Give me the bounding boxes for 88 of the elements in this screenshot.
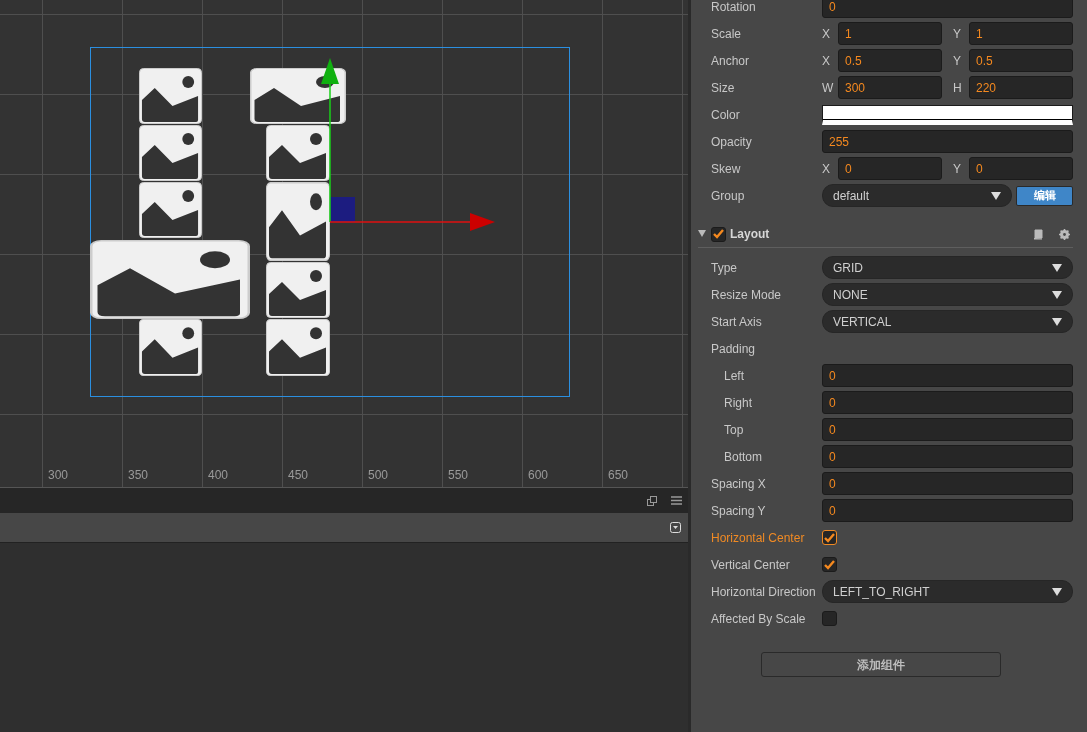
dropdown[interactable]: NONE <box>822 283 1073 306</box>
property-label: Spacing Y <box>710 502 767 520</box>
checkmark-icon <box>824 532 835 543</box>
number-field[interactable]: 0 <box>822 391 1073 414</box>
property-label: Opacity <box>710 133 753 151</box>
dropdown[interactable]: LEFT_TO_RIGHT <box>822 580 1073 603</box>
number-field[interactable]: 0.5 <box>838 49 942 72</box>
number-field[interactable]: 0 <box>822 364 1073 387</box>
axis-label: H <box>953 79 963 97</box>
image-sprite <box>266 262 330 318</box>
dropdown[interactable]: default <box>822 184 1012 207</box>
number-field[interactable]: 300 <box>838 76 942 99</box>
number-field[interactable]: 0 <box>822 472 1073 495</box>
add-component-button[interactable]: 添加组件 <box>760 652 1001 677</box>
property-label: Skew <box>710 160 742 178</box>
property-label: Color <box>710 106 741 124</box>
checkmark-icon <box>713 229 724 239</box>
settings-icon[interactable] <box>1059 228 1070 240</box>
checkbox[interactable] <box>822 530 837 545</box>
axis-label: X <box>822 25 831 43</box>
number-field[interactable]: 255 <box>822 130 1073 153</box>
property-label: Scale <box>710 25 743 43</box>
axis-label: Y <box>953 160 962 178</box>
ruler-label: 600 <box>528 467 550 484</box>
image-sprite <box>266 319 330 376</box>
dropdown[interactable]: VERTICAL <box>822 310 1073 333</box>
number-field[interactable]: 1 <box>969 22 1073 45</box>
edit-button[interactable]: 编辑 <box>1016 185 1073 206</box>
property-label: Padding <box>710 340 757 358</box>
dropdown-icon[interactable] <box>670 522 681 533</box>
property-label: Bottom <box>723 448 763 466</box>
number-field[interactable]: 0 <box>822 499 1073 522</box>
property-label: Spacing X <box>710 475 767 493</box>
image-sprite <box>139 125 202 181</box>
component-title: Layout <box>730 226 771 243</box>
popout-icon[interactable] <box>647 495 657 506</box>
y-axis-arrow[interactable] <box>321 58 339 223</box>
property-label: Left <box>723 367 745 385</box>
number-field[interactable]: 0.5 <box>969 49 1073 72</box>
caret-icon <box>1052 317 1062 326</box>
number-field[interactable]: 220 <box>969 76 1073 99</box>
number-field[interactable]: 0 <box>822 0 1073 18</box>
book-icon[interactable] <box>1033 228 1043 240</box>
caret-icon <box>1052 263 1062 272</box>
property-label: Top <box>723 421 745 439</box>
number-field[interactable]: 0 <box>838 157 942 180</box>
checkbox[interactable] <box>822 611 837 626</box>
checkbox[interactable] <box>822 557 837 572</box>
property-label: Right <box>723 394 753 412</box>
number-field[interactable]: 0 <box>969 157 1073 180</box>
property-label: Vertical Center <box>710 556 791 574</box>
menu-icon[interactable] <box>671 496 682 505</box>
ruler-label: 550 <box>448 467 470 484</box>
ruler-label: 500 <box>368 467 390 484</box>
axis-label: Y <box>953 52 962 70</box>
axis-label: X <box>822 52 831 70</box>
ruler-label: 450 <box>288 467 310 484</box>
property-label: Horizontal Direction <box>710 583 817 601</box>
ruler-label: 350 <box>128 467 150 484</box>
caret-icon <box>1052 290 1062 299</box>
property-label: Rotation <box>710 0 757 16</box>
property-label: Start Axis <box>710 313 763 331</box>
number-field[interactable]: 1 <box>838 22 942 45</box>
axis-label: Y <box>953 25 962 43</box>
property-label: Size <box>710 79 736 97</box>
ruler-label: 650 <box>608 467 630 484</box>
property-label: Resize Mode <box>710 286 783 304</box>
property-label: Group <box>710 187 746 205</box>
property-label: Type <box>710 259 738 277</box>
number-field[interactable]: 0 <box>822 418 1073 441</box>
caret-icon[interactable] <box>698 230 706 238</box>
caret-icon <box>1052 587 1062 596</box>
number-field[interactable]: 0 <box>822 445 1073 468</box>
axis-label: W <box>822 79 835 97</box>
property-label: Horizontal Center <box>710 529 806 547</box>
checkbox[interactable] <box>711 226 726 242</box>
property-label: Affected By Scale <box>710 610 807 628</box>
property-label: Anchor <box>710 52 751 70</box>
dropdown[interactable]: GRID <box>822 256 1073 279</box>
scene-viewport[interactable]: 300 350 400 450 500 550 600 650 <box>0 0 688 488</box>
image-sprite <box>139 182 202 238</box>
color-swatch[interactable] <box>822 104 1073 125</box>
ruler-label: 300 <box>48 467 70 484</box>
image-sprite <box>139 68 202 124</box>
ruler-label: 400 <box>208 467 230 484</box>
caret-icon <box>991 191 1001 200</box>
checkmark-icon <box>824 559 835 570</box>
axis-label: X <box>822 160 831 178</box>
